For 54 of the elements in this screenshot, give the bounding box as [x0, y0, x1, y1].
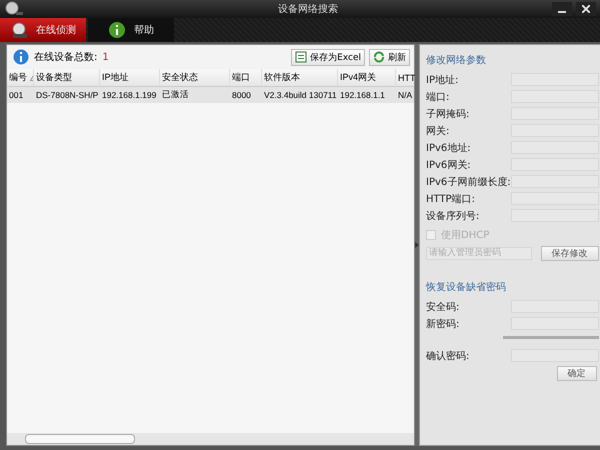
field-label: 新密码:: [426, 318, 460, 330]
field-label: 安全码:: [426, 300, 460, 314]
table-cell-text: 已激活: [161, 88, 190, 101]
save-button[interactable]: 保存修改: [540, 246, 599, 260]
table-cell-text: 192.168.1.199: [101, 89, 158, 102]
table-cell-text: 001: [8, 89, 24, 102]
dhcp-checkbox[interactable]: [426, 230, 436, 240]
online-count-label: 在线设备总数:: [34, 50, 98, 64]
refresh-button[interactable]: 刷新: [369, 48, 410, 66]
window-title: 设备网络搜索: [277, 2, 339, 16]
column-header[interactable]: HTT: [396, 69, 414, 86]
info-icon: [108, 21, 126, 39]
section-title: 恢复设备缺省密码: [426, 280, 507, 295]
magnifier-icon: [10, 21, 28, 39]
refresh-icon: [373, 51, 385, 63]
field-label: HTTP端口:: [426, 192, 475, 206]
online-count: 1: [102, 52, 109, 62]
tab[interactable]: 在线侦测: [0, 18, 86, 42]
spreadsheet-icon: [295, 51, 308, 63]
field-label: 设备序列号:: [426, 210, 480, 222]
column-header[interactable]: 软件版本: [262, 69, 338, 86]
splitter[interactable]: [415, 44, 419, 446]
triangle-icon: [415, 242, 419, 248]
table-cell-text: 8000: [231, 89, 252, 102]
ok-button[interactable]: 确定: [556, 366, 597, 381]
table-cell-text: DS-7808N-SH/P: [35, 89, 100, 102]
info-icon: [13, 49, 29, 65]
tab[interactable]: 帮助: [88, 18, 174, 42]
table-cell-text: V2.3.4build 130711: [263, 89, 338, 102]
column-header[interactable]: IPv4网关: [338, 69, 396, 86]
table-row[interactable]: 001 DS-7808N-SH/P 192.168.1.199 已激活 8000 V2.3.4build 130711 192.168.1.1 N/A: [7, 87, 414, 103]
dhcp-label: 使用DHCP: [441, 229, 490, 242]
field-label: 端口:: [426, 90, 450, 104]
field-label: IPv6地址:: [426, 142, 471, 154]
table-cell-text: 192.168.1.1: [339, 89, 386, 102]
column-header[interactable]: 设备类型: [34, 69, 100, 86]
column-header[interactable]: 编号: [7, 69, 34, 86]
field-label: IP地址:: [426, 74, 458, 86]
export-button[interactable]: 保存为Excel: [291, 48, 365, 66]
minimize-button[interactable]: [552, 2, 572, 16]
table-cell-text: N/A: [397, 89, 414, 102]
close-button[interactable]: [576, 2, 596, 16]
section-title: 修改网络参数: [426, 54, 487, 68]
field-label: 网关:: [426, 124, 450, 138]
field-label: 子网掩码:: [426, 108, 470, 120]
column-header[interactable]: 端口: [230, 69, 262, 86]
field-label: IPv6子网前缀长度:: [426, 176, 511, 188]
field-label: IPv6网关:: [426, 158, 471, 172]
magnifier-icon: [4, 1, 24, 17]
column-header[interactable]: 安全状态: [160, 69, 230, 86]
field-label: 确认密码:: [426, 350, 470, 362]
close-icon: [582, 5, 590, 13]
horizontal-scrollbar[interactable]: [7, 433, 414, 445]
column-header[interactable]: IP地址: [100, 69, 160, 86]
